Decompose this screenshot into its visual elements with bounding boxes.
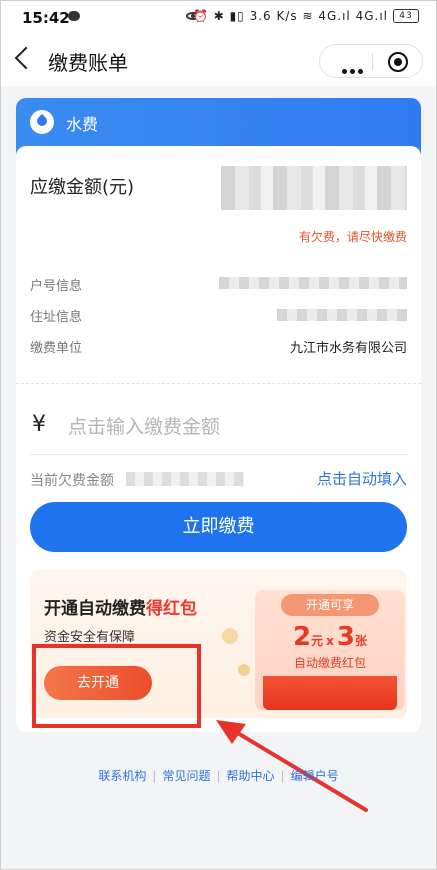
footer-separator: | <box>152 769 157 783</box>
footer-link-edit-account[interactable]: 编辑户号 <box>291 769 339 783</box>
footer-separator: | <box>216 769 221 783</box>
footer-link-help[interactable]: 帮助中心 <box>227 769 275 783</box>
footer-separator: | <box>280 769 285 783</box>
footer-link-faq[interactable]: 常见问题 <box>162 769 210 783</box>
footer-link-contact[interactable]: 联系机构 <box>98 769 146 783</box>
footer-links: 联系机构 | 常见问题 | 帮助中心 | 编辑户号 <box>0 767 437 784</box>
pointer-arrow-icon <box>216 720 368 812</box>
